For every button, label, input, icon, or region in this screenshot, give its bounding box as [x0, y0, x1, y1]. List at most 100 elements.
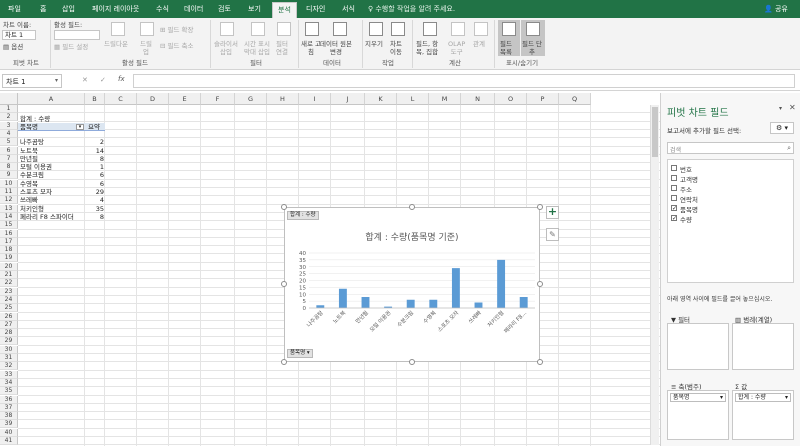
column-header-m[interactable]: M — [429, 93, 461, 105]
field-name[interactable]: 품목명 — [680, 204, 698, 214]
pivot-row-value[interactable]: 8 — [85, 155, 104, 163]
chart-elements-plus-icon[interactable]: + — [546, 206, 559, 219]
axis-drop-zone[interactable]: 품목명 ▾ — [667, 390, 729, 440]
options-button[interactable]: ▤ 옵션 — [3, 43, 23, 51]
pivot-row-value[interactable]: 6 — [85, 171, 104, 179]
fields-items-sets-button[interactable]: 필드, 항 목, 집합 — [416, 40, 438, 56]
row-header-19[interactable]: 19 — [0, 254, 18, 263]
resize-handle-se[interactable] — [537, 359, 543, 365]
row-header-29[interactable]: 29 — [0, 337, 18, 346]
row-header-36[interactable]: 36 — [0, 395, 18, 404]
pivot-row-label[interactable]: 모털 이용권 — [20, 163, 52, 171]
resize-handle-e[interactable] — [537, 281, 543, 287]
filters-drop-zone[interactable] — [667, 323, 729, 370]
tab-design[interactable]: 디자인 — [306, 4, 325, 14]
row-header-5[interactable]: 5 — [0, 138, 18, 147]
row-header-34[interactable]: 34 — [0, 378, 18, 387]
row-header-7[interactable]: 7 — [0, 154, 18, 163]
column-header-n[interactable]: N — [461, 93, 495, 105]
pivot-row-value[interactable]: 35 — [85, 205, 104, 213]
column-header-c[interactable]: C — [105, 93, 137, 105]
chart-name-input[interactable]: 차트 1 — [2, 30, 36, 40]
axis-field-item[interactable]: 품목명 ▾ — [670, 393, 726, 402]
select-all-corner[interactable] — [0, 93, 18, 105]
resize-handle-nw[interactable] — [281, 204, 287, 210]
row-header-14[interactable]: 14 — [0, 212, 18, 221]
filter-connections-button[interactable]: 필터 연결 — [276, 40, 288, 56]
pivot-row-value[interactable]: 4 — [85, 196, 104, 204]
row-header-8[interactable]: 8 — [0, 163, 18, 172]
row-header-10[interactable]: 10 — [0, 179, 18, 188]
filter-dropdown-icon[interactable]: ▾ — [76, 124, 84, 130]
row-header-20[interactable]: 20 — [0, 262, 18, 271]
column-header-g[interactable]: G — [235, 93, 267, 105]
pane-options-dropdown-icon[interactable]: ▾ — [779, 105, 782, 112]
field-name[interactable]: 연락처 — [680, 194, 698, 204]
field-list-button[interactable]: 필드 목록 — [500, 40, 512, 56]
values-field-item[interactable]: 합계 : 수량 ▾ — [735, 393, 791, 402]
field-name[interactable]: 수량 — [680, 214, 692, 224]
column-header-b[interactable]: B — [85, 93, 105, 105]
pivot-chart[interactable]: 합계 : 수량 합계 : 수량(품목명 기준) 0 5 10 15 20 25 30 35 40… — [284, 207, 540, 362]
row-header-32[interactable]: 32 — [0, 362, 18, 371]
pivot-row-label[interactable]: 만년필 — [20, 155, 38, 163]
bar-2[interactable] — [361, 297, 370, 308]
field-checkbox-0[interactable] — [671, 165, 677, 171]
row-header-11[interactable]: 11 — [0, 188, 18, 196]
tell-me-search[interactable]: ♀ 수행할 작업을 알려 주세요. — [368, 4, 455, 14]
row-header-23[interactable]: 23 — [0, 287, 18, 296]
column-header-p[interactable]: P — [527, 93, 559, 105]
column-header-o[interactable]: O — [495, 93, 527, 105]
tab-page-layout[interactable]: 페이지 레이아웃 — [92, 4, 139, 14]
pivot-row-value[interactable]: 14 — [85, 147, 104, 155]
insert-slicer-button[interactable]: 슬라이서 삽입 — [214, 40, 238, 56]
field-checkbox-3[interactable] — [671, 195, 677, 201]
resize-handle-s[interactable] — [409, 359, 415, 365]
pivot-row-label[interactable]: 나주곰탕 — [20, 138, 44, 146]
field-checkbox-2[interactable] — [671, 185, 677, 191]
column-header-l[interactable]: L — [397, 93, 429, 105]
row-header-33[interactable]: 33 — [0, 370, 18, 379]
tab-review[interactable]: 검토 — [218, 4, 231, 14]
pivot-value-header[interactable]: 요약 — [88, 123, 100, 131]
row-header-4[interactable]: 4 — [0, 129, 18, 138]
row-header-25[interactable]: 25 — [0, 304, 18, 313]
row-header-6[interactable]: 6 — [0, 146, 18, 155]
drill-down-button[interactable]: 드릴다운 — [104, 40, 128, 48]
resize-handle-w[interactable] — [281, 281, 287, 287]
row-header-22[interactable]: 22 — [0, 279, 18, 288]
values-drop-zone[interactable]: 합계 : 수량 ▾ — [732, 390, 794, 440]
field-checkbox-4[interactable]: ✓ — [671, 205, 677, 212]
column-header-q[interactable]: Q — [559, 93, 591, 105]
olap-tools-button[interactable]: OLAP 도구 — [448, 40, 465, 56]
row-header-13[interactable]: 13 — [0, 204, 18, 213]
column-header-d[interactable]: D — [137, 93, 169, 105]
column-header-j[interactable]: J — [331, 93, 365, 105]
row-header-41[interactable]: 41 — [0, 437, 18, 445]
chart-styles-brush-icon[interactable]: ✎ — [546, 228, 559, 241]
row-header-26[interactable]: 26 — [0, 312, 18, 321]
row-header-40[interactable]: 40 — [0, 428, 18, 437]
field-checkbox-1[interactable] — [671, 175, 677, 181]
tab-formulas[interactable]: 수식 — [156, 4, 169, 14]
field-name[interactable]: 고객명 — [680, 174, 698, 184]
field-search-input[interactable]: 검색 ⌕ — [667, 142, 794, 154]
relationships-button[interactable]: 관계 — [473, 40, 485, 48]
bar-7[interactable] — [474, 302, 483, 309]
pivot-row-label[interactable]: 쓰레빠 — [20, 196, 38, 204]
column-header-e[interactable]: E — [169, 93, 201, 105]
pivot-row-value[interactable]: 29 — [85, 188, 104, 196]
axis-field-button[interactable]: 품목명 ▾ — [287, 349, 313, 358]
expand-field-button[interactable]: ⊞ 필드 확장 — [160, 26, 194, 34]
row-header-2[interactable]: 2 — [0, 113, 18, 122]
row-header-16[interactable]: 16 — [0, 229, 18, 238]
row-header-1[interactable]: 1 — [0, 105, 18, 113]
row-header-21[interactable]: 21 — [0, 271, 18, 279]
tab-home[interactable]: 홈 — [40, 4, 46, 14]
tab-analyze[interactable]: 분석 — [272, 2, 297, 18]
share-button[interactable]: 👤 공유 — [764, 4, 788, 14]
pivot-row-label[interactable]: 노트북 — [20, 147, 38, 155]
resize-handle-sw[interactable] — [281, 359, 287, 365]
move-chart-button[interactable]: 차트 이동 — [390, 40, 402, 56]
pivot-row-label[interactable]: 처키인형 — [20, 205, 44, 213]
